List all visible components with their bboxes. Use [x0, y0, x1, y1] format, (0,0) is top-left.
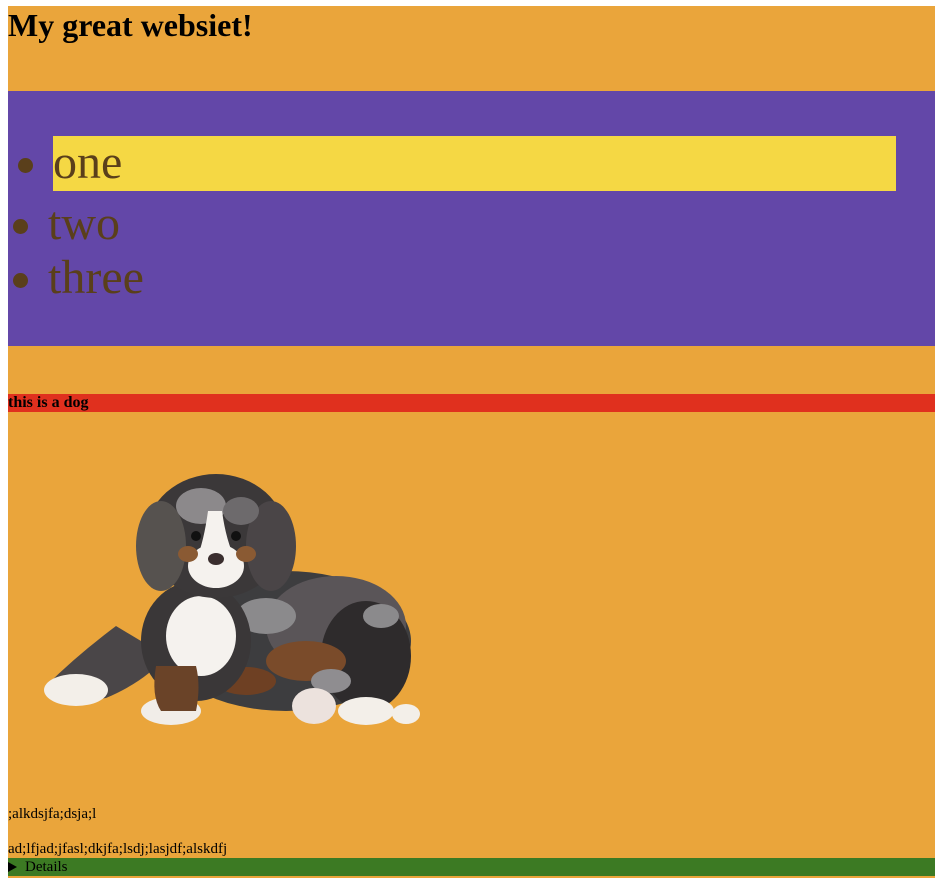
nav-item-label: three — [48, 251, 144, 304]
nav-band: one two three — [8, 91, 935, 346]
dog-caption: this is a dog — [8, 394, 89, 411]
disclosure-triangle-icon[interactable] — [8, 862, 17, 872]
dog-caption-bar: this is a dog — [8, 394, 935, 412]
bullet-icon — [13, 273, 28, 288]
nav-item-label: two — [48, 197, 120, 250]
nav-item-one[interactable]: one — [18, 136, 896, 191]
details-disclosure[interactable]: Details — [8, 858, 935, 876]
paragraph-1: ;alkdsjfa;dsja;l — [8, 806, 97, 822]
nav-item-three[interactable]: three — [8, 251, 308, 305]
bullet-icon — [18, 158, 33, 173]
site-title: My great websiet! — [8, 7, 253, 43]
page-body: My great websiet! one two three this is … — [8, 6, 935, 878]
bullet-icon — [13, 219, 28, 234]
paragraph-2: ad;lfjad;jfasl;dkjfa;lsdj;lasjdf;alskdfj — [8, 841, 228, 857]
nav-item-label: one — [53, 136, 123, 189]
nav-item-two[interactable]: two — [8, 197, 308, 251]
puppy-image — [44, 474, 420, 725]
details-summary[interactable]: Details — [25, 858, 68, 876]
